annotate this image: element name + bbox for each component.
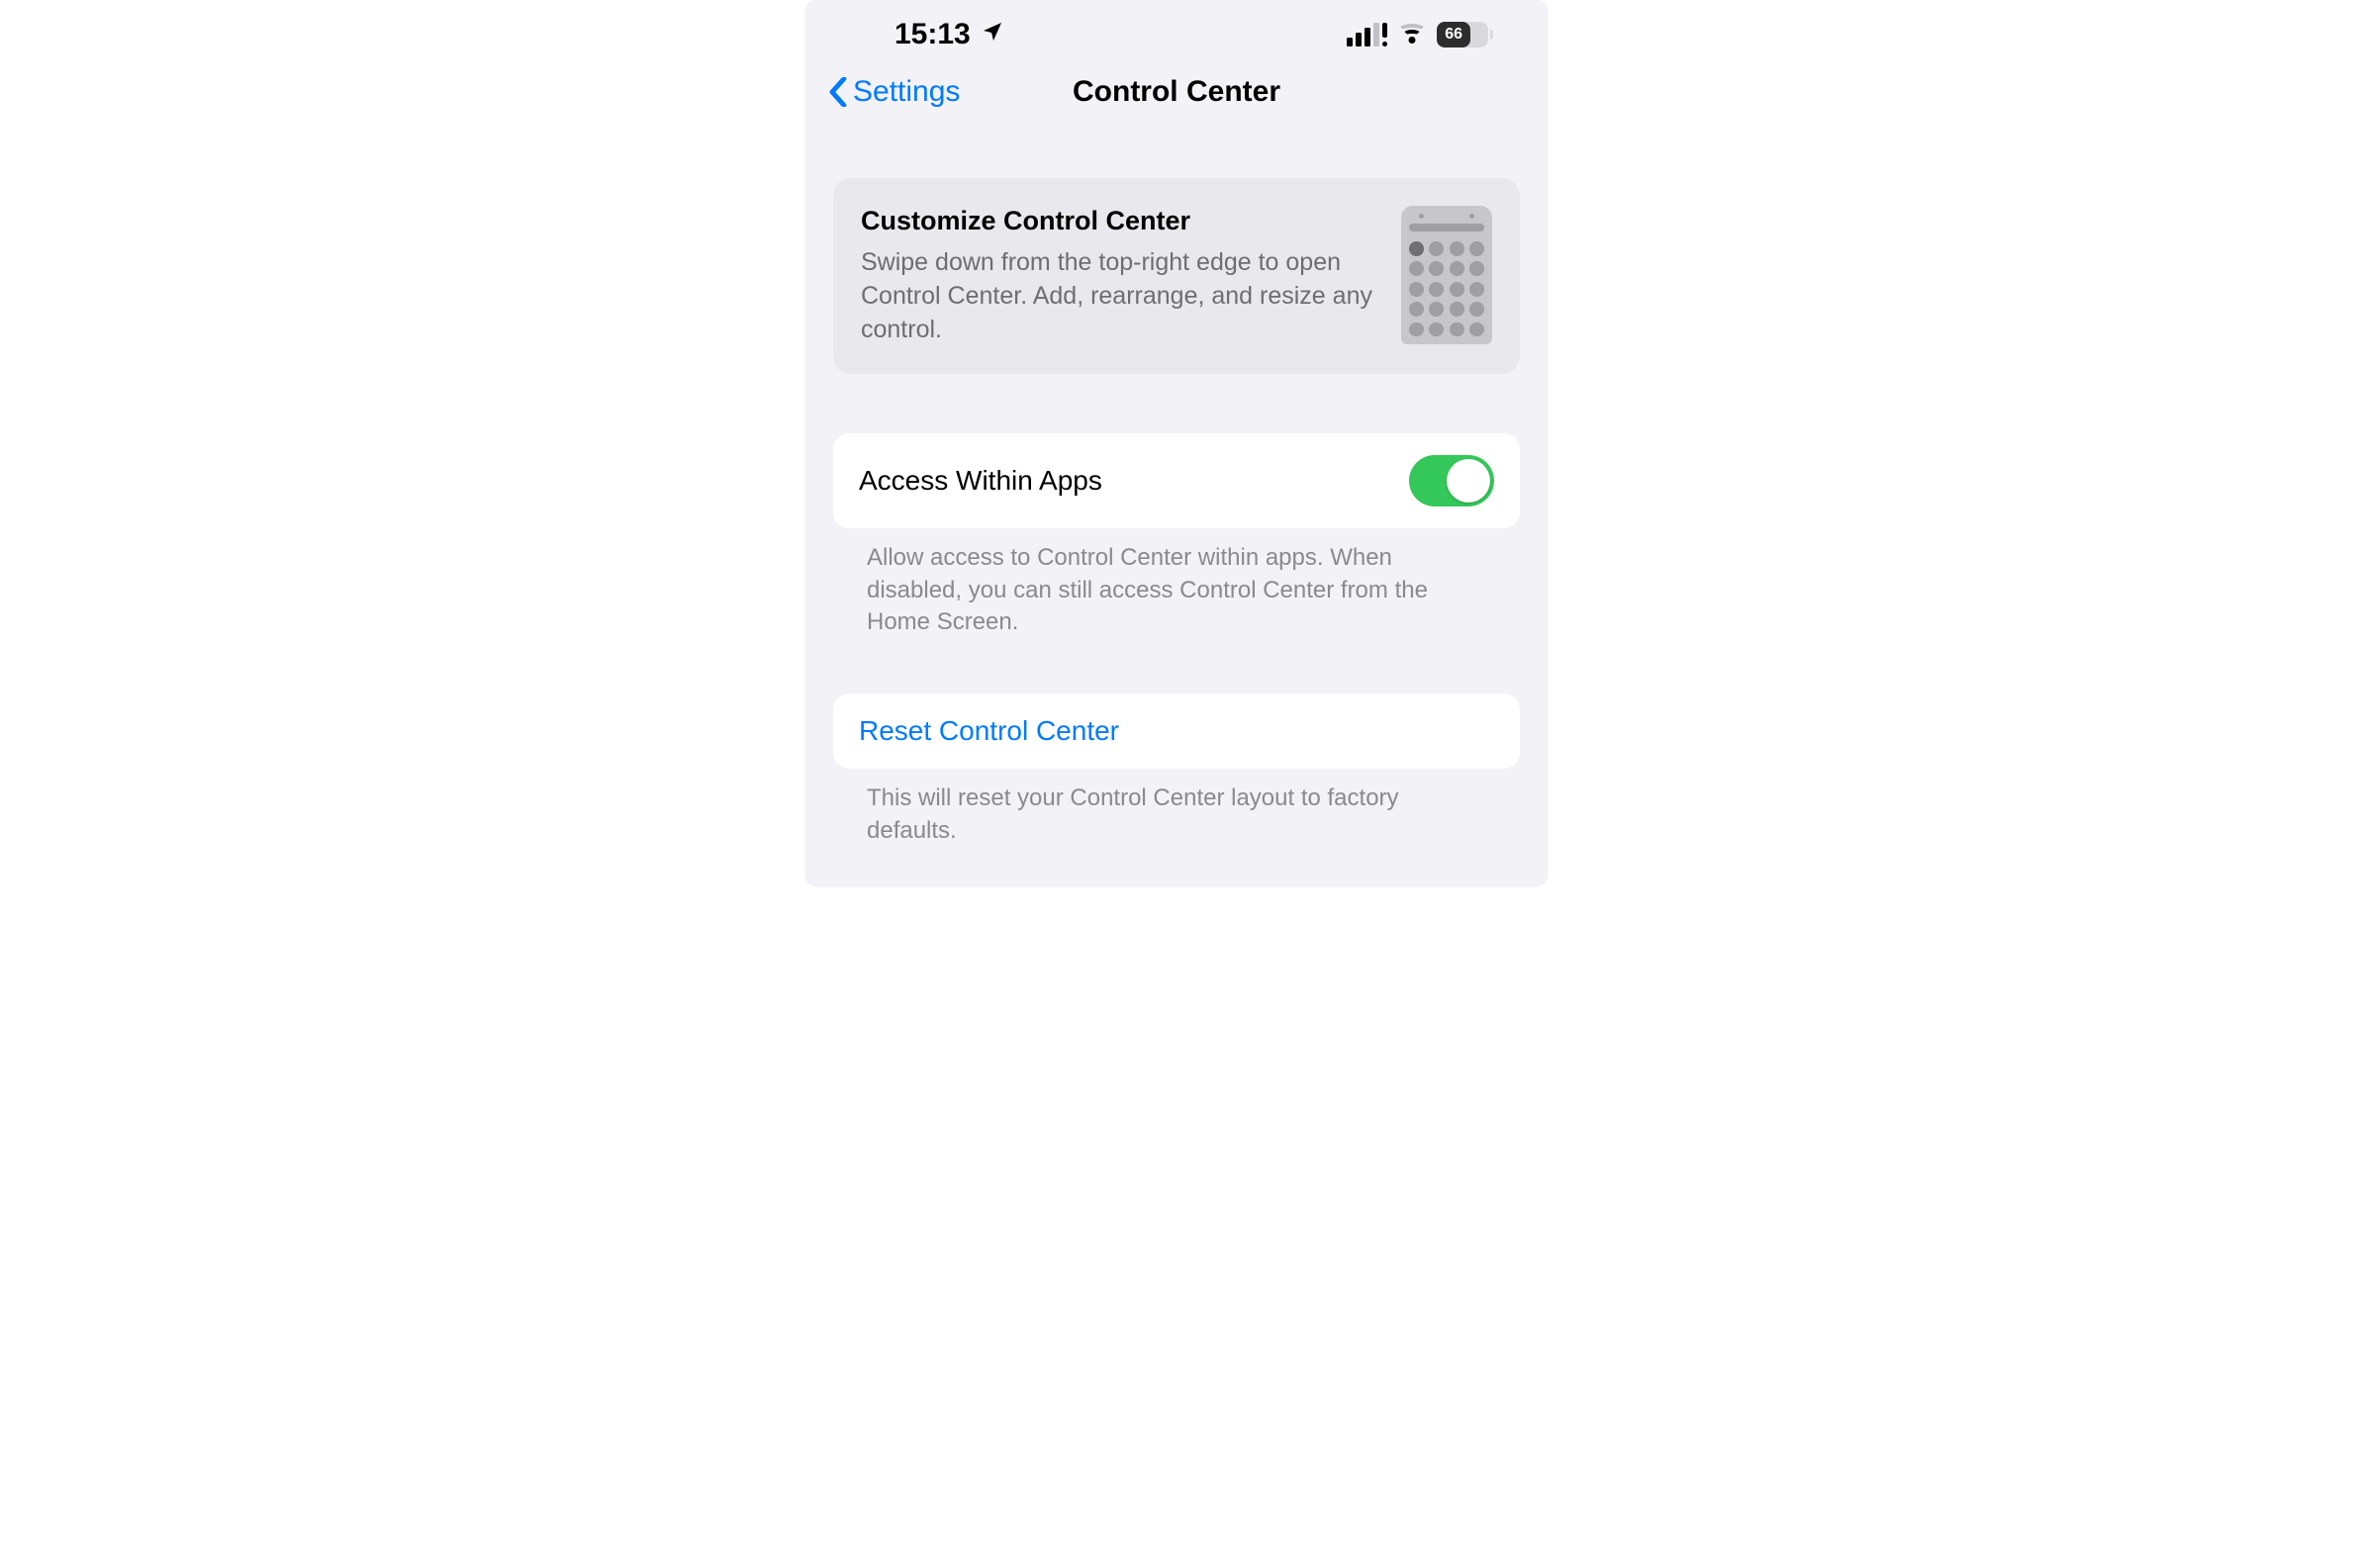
reset-footer: This will reset your Control Center layo… xyxy=(833,769,1520,847)
back-label: Settings xyxy=(853,75,960,109)
toggle-knob xyxy=(1447,459,1490,503)
reset-section: Reset Control Center This will reset you… xyxy=(833,693,1520,847)
status-bar: 15:13 66 xyxy=(805,0,1548,57)
access-within-apps-footer: Allow access to Control Center within ap… xyxy=(833,528,1520,638)
status-left: 15:13 xyxy=(894,18,1004,51)
nav-bar: Settings Control Center xyxy=(805,57,1548,148)
promo-text: Customize Control Center Swipe down from… xyxy=(861,206,1377,346)
promo-title: Customize Control Center xyxy=(861,206,1377,236)
promo-description: Swipe down from the top-right edge to op… xyxy=(861,246,1377,346)
cellular-signal-icon xyxy=(1347,23,1387,46)
battery-percent: 66 xyxy=(1437,22,1470,47)
customize-promo-card[interactable]: Customize Control Center Swipe down from… xyxy=(833,178,1520,374)
access-within-apps-toggle[interactable] xyxy=(1409,455,1494,507)
chevron-left-icon xyxy=(829,77,847,107)
access-within-apps-cell: Access Within Apps xyxy=(833,433,1520,528)
control-center-illustration-icon xyxy=(1401,206,1492,344)
reset-control-center-button[interactable]: Reset Control Center xyxy=(833,693,1520,769)
access-within-apps-section: Access Within Apps Allow access to Contr… xyxy=(833,433,1520,638)
reset-label: Reset Control Center xyxy=(859,715,1119,747)
back-button[interactable]: Settings xyxy=(829,75,960,109)
status-time: 15:13 xyxy=(894,18,971,51)
access-within-apps-label: Access Within Apps xyxy=(859,465,1102,497)
status-right: 66 xyxy=(1347,22,1488,47)
wifi-icon xyxy=(1397,24,1427,46)
nav-title: Control Center xyxy=(1073,75,1280,109)
location-arrow-icon xyxy=(981,18,1004,51)
content: Customize Control Center Swipe down from… xyxy=(805,148,1548,847)
battery-icon: 66 xyxy=(1437,22,1488,47)
settings-screen: 15:13 66 Settings Control Center xyxy=(805,0,1548,886)
